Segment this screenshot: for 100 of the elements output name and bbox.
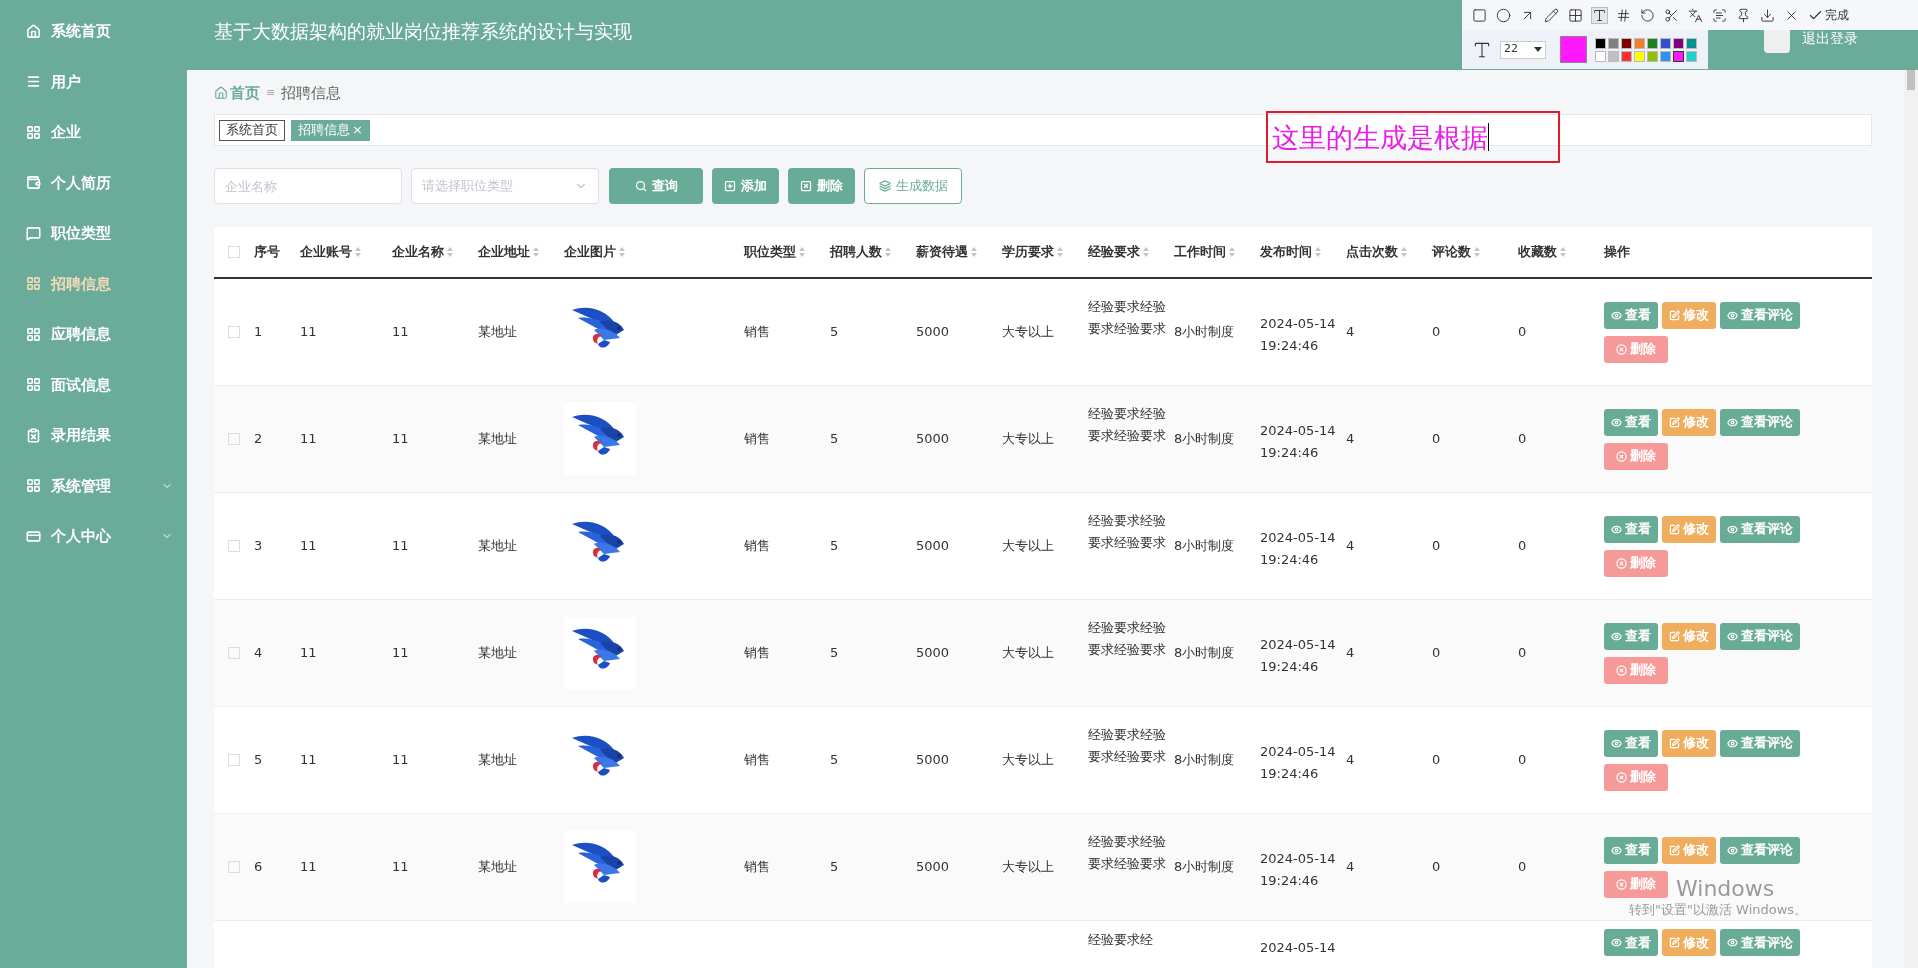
view-button[interactable]: 查看 <box>1604 301 1658 329</box>
color-swatch[interactable] <box>1660 50 1671 62</box>
sort-icon[interactable] <box>1474 247 1480 257</box>
edit-button[interactable]: 修改 <box>1662 301 1716 329</box>
translate-icon[interactable] <box>1688 7 1703 23</box>
delete-button[interactable]: 删除 <box>1604 870 1668 898</box>
column-header[interactable]: 企业账号 <box>300 242 352 262</box>
color-swatch[interactable] <box>1660 37 1671 49</box>
delete-button[interactable]: 删除 <box>1604 335 1668 363</box>
company-name-field[interactable]: 企业名称 <box>214 168 402 204</box>
sort-icon[interactable] <box>1315 247 1321 257</box>
circle-icon[interactable] <box>1496 7 1511 23</box>
font-size-select[interactable]: 22 <box>1500 40 1546 59</box>
edit-button[interactable]: 修改 <box>1662 836 1716 864</box>
sort-icon[interactable] <box>447 247 453 257</box>
column-header[interactable]: 点击次数 <box>1346 242 1398 262</box>
color-swatch[interactable] <box>1595 37 1606 49</box>
column-header[interactable]: 企业名称 <box>392 242 444 262</box>
color-swatch[interactable] <box>1621 37 1632 49</box>
view-button[interactable]: 查看 <box>1604 836 1658 864</box>
job-type-select[interactable]: 请选择职位类型 <box>411 168 599 204</box>
sort-icon[interactable] <box>1560 247 1566 257</box>
delete-button[interactable]: 删除 <box>788 168 855 204</box>
sort-icon[interactable] <box>1401 247 1407 257</box>
sort-icon[interactable] <box>355 247 361 257</box>
view-comments-button[interactable]: 查看评论 <box>1720 836 1800 864</box>
edit-button[interactable]: 修改 <box>1662 515 1716 543</box>
row-checkbox[interactable] <box>228 326 240 338</box>
column-header[interactable]: 工作时间 <box>1174 242 1226 262</box>
page-tag[interactable]: 招聘信息× <box>291 119 370 141</box>
sidebar-item[interactable]: 系统首页 <box>0 6 187 57</box>
color-swatch[interactable] <box>1621 50 1632 62</box>
column-header[interactable]: 招聘人数 <box>830 242 882 262</box>
annotation-text-box[interactable]: 这里的生成是根据 <box>1266 111 1560 163</box>
color-swatch[interactable] <box>1634 50 1645 62</box>
scissors-icon[interactable] <box>1664 7 1679 23</box>
column-header[interactable]: 企业图片 <box>564 242 616 262</box>
column-header[interactable]: 薪资待遇 <box>916 242 968 262</box>
number-icon[interactable] <box>1616 7 1631 23</box>
view-button[interactable]: 查看 <box>1604 622 1658 650</box>
breadcrumb-home[interactable]: 首页 <box>230 81 260 105</box>
rectangle-icon[interactable] <box>1472 7 1487 23</box>
sort-icon[interactable] <box>799 247 805 257</box>
view-button[interactable]: 查看 <box>1604 515 1658 543</box>
sidebar-item[interactable]: 招聘信息 <box>0 258 187 309</box>
sidebar-item[interactable]: 个人简历 <box>0 157 187 208</box>
sidebar-item[interactable]: 企业 <box>0 107 187 158</box>
color-swatch[interactable] <box>1608 50 1619 62</box>
logout-link[interactable]: 退出登录 <box>1802 27 1858 49</box>
pencil-icon[interactable] <box>1544 7 1559 23</box>
download-icon[interactable] <box>1760 7 1775 23</box>
sort-icon[interactable] <box>1229 247 1235 257</box>
delete-button[interactable]: 删除 <box>1604 442 1668 470</box>
delete-button[interactable]: 删除 <box>1604 656 1668 684</box>
row-checkbox[interactable] <box>228 754 240 766</box>
sort-icon[interactable] <box>1143 247 1149 257</box>
sidebar-item[interactable]: 系统管理 <box>0 460 187 511</box>
view-comments-button[interactable]: 查看评论 <box>1720 515 1800 543</box>
color-swatch[interactable] <box>1673 37 1684 49</box>
color-swatch[interactable] <box>1647 50 1658 62</box>
add-button[interactable]: 添加 <box>712 168 779 204</box>
color-swatch[interactable] <box>1608 37 1619 49</box>
edit-button[interactable]: 修改 <box>1662 622 1716 650</box>
column-header[interactable]: 收藏数 <box>1518 242 1557 262</box>
color-swatch[interactable] <box>1686 50 1697 62</box>
view-button[interactable]: 查看 <box>1604 408 1658 436</box>
color-swatch[interactable] <box>1595 50 1606 62</box>
view-button[interactable]: 查看 <box>1604 929 1658 956</box>
column-header[interactable]: 操作 <box>1604 242 1630 262</box>
close-icon[interactable]: × <box>352 120 363 140</box>
page-tag[interactable]: 系统首页 <box>219 119 285 141</box>
sort-icon[interactable] <box>619 247 625 257</box>
select-all-checkbox[interactable] <box>228 246 240 258</box>
color-swatch[interactable] <box>1673 50 1684 62</box>
sort-icon[interactable] <box>533 247 539 257</box>
sidebar-item[interactable]: 个人中心 <box>0 511 187 562</box>
pin-icon[interactable] <box>1736 7 1751 23</box>
sidebar-item[interactable]: 录用结果 <box>0 410 187 461</box>
row-checkbox[interactable] <box>228 540 240 552</box>
view-comments-button[interactable]: 查看评论 <box>1720 408 1800 436</box>
edit-button[interactable]: 修改 <box>1662 729 1716 757</box>
sort-icon[interactable] <box>885 247 891 257</box>
row-checkbox[interactable] <box>228 433 240 445</box>
view-comments-button[interactable]: 查看评论 <box>1720 729 1800 757</box>
view-button[interactable]: 查看 <box>1604 729 1658 757</box>
column-header[interactable]: 评论数 <box>1432 242 1471 262</box>
text-icon[interactable] <box>1592 7 1607 23</box>
column-header[interactable]: 学历要求 <box>1002 242 1054 262</box>
column-header[interactable]: 企业地址 <box>478 242 530 262</box>
column-header[interactable]: 职位类型 <box>744 242 796 262</box>
undo-icon[interactable] <box>1640 7 1655 23</box>
generate-button[interactable]: 生成数据 <box>864 168 962 204</box>
view-comments-button[interactable]: 查看评论 <box>1720 929 1800 956</box>
view-comments-button[interactable]: 查看评论 <box>1720 622 1800 650</box>
sidebar-item[interactable]: 应聘信息 <box>0 309 187 360</box>
sidebar-item[interactable]: 职位类型 <box>0 208 187 259</box>
edit-button[interactable]: 修改 <box>1662 408 1716 436</box>
column-header[interactable]: 序号 <box>254 242 280 262</box>
row-checkbox[interactable] <box>228 647 240 659</box>
sidebar-item[interactable]: 用户 <box>0 56 187 107</box>
